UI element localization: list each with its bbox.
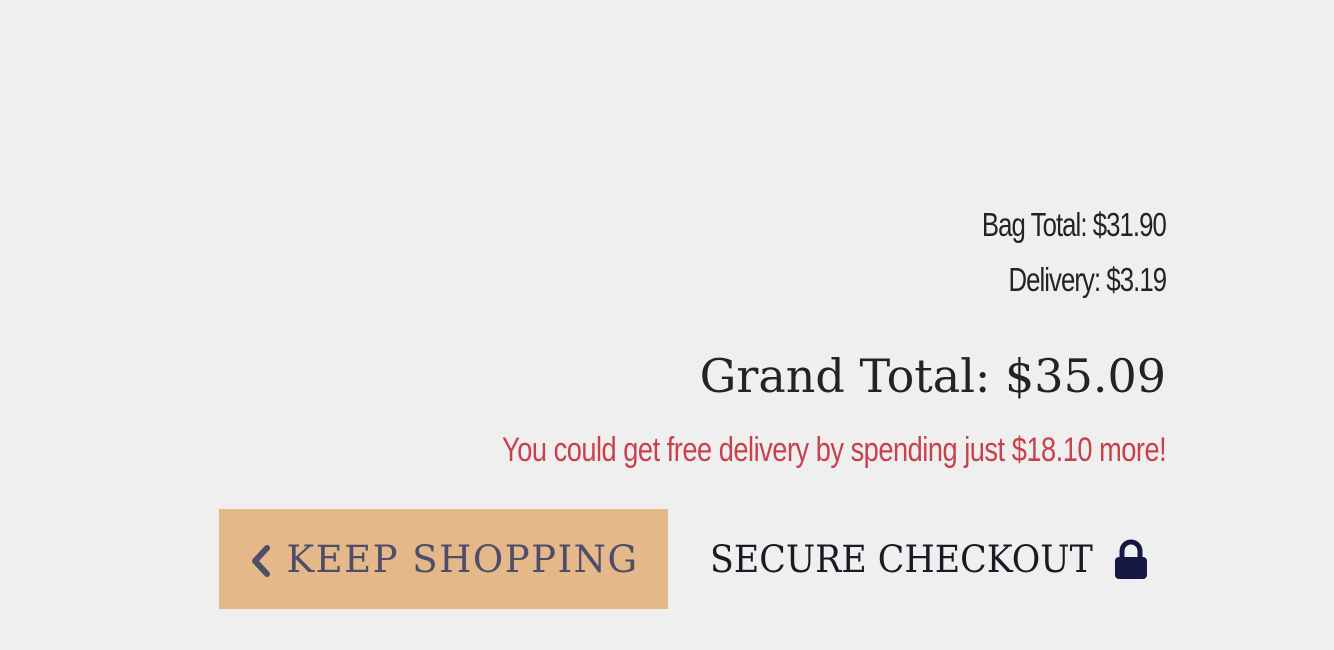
delivery-cost: Delivery: $3.19 [1008, 261, 1167, 298]
chevron-left-icon [248, 544, 274, 578]
lock-icon [1113, 539, 1149, 581]
secure-checkout-button[interactable]: SECURE CHECKOUT [700, 509, 1159, 609]
free-delivery-notice: You could get free delivery by spending … [501, 431, 1167, 469]
bag-total: Bag Total: $31.90 [982, 206, 1167, 243]
secure-checkout-label: SECURE CHECKOUT [710, 537, 1093, 581]
grand-total: Grand Total: $35.09 [699, 349, 1166, 403]
keep-shopping-label: KEEP SHOPPING [286, 537, 639, 581]
keep-shopping-button[interactable]: KEEP SHOPPING [219, 509, 668, 609]
